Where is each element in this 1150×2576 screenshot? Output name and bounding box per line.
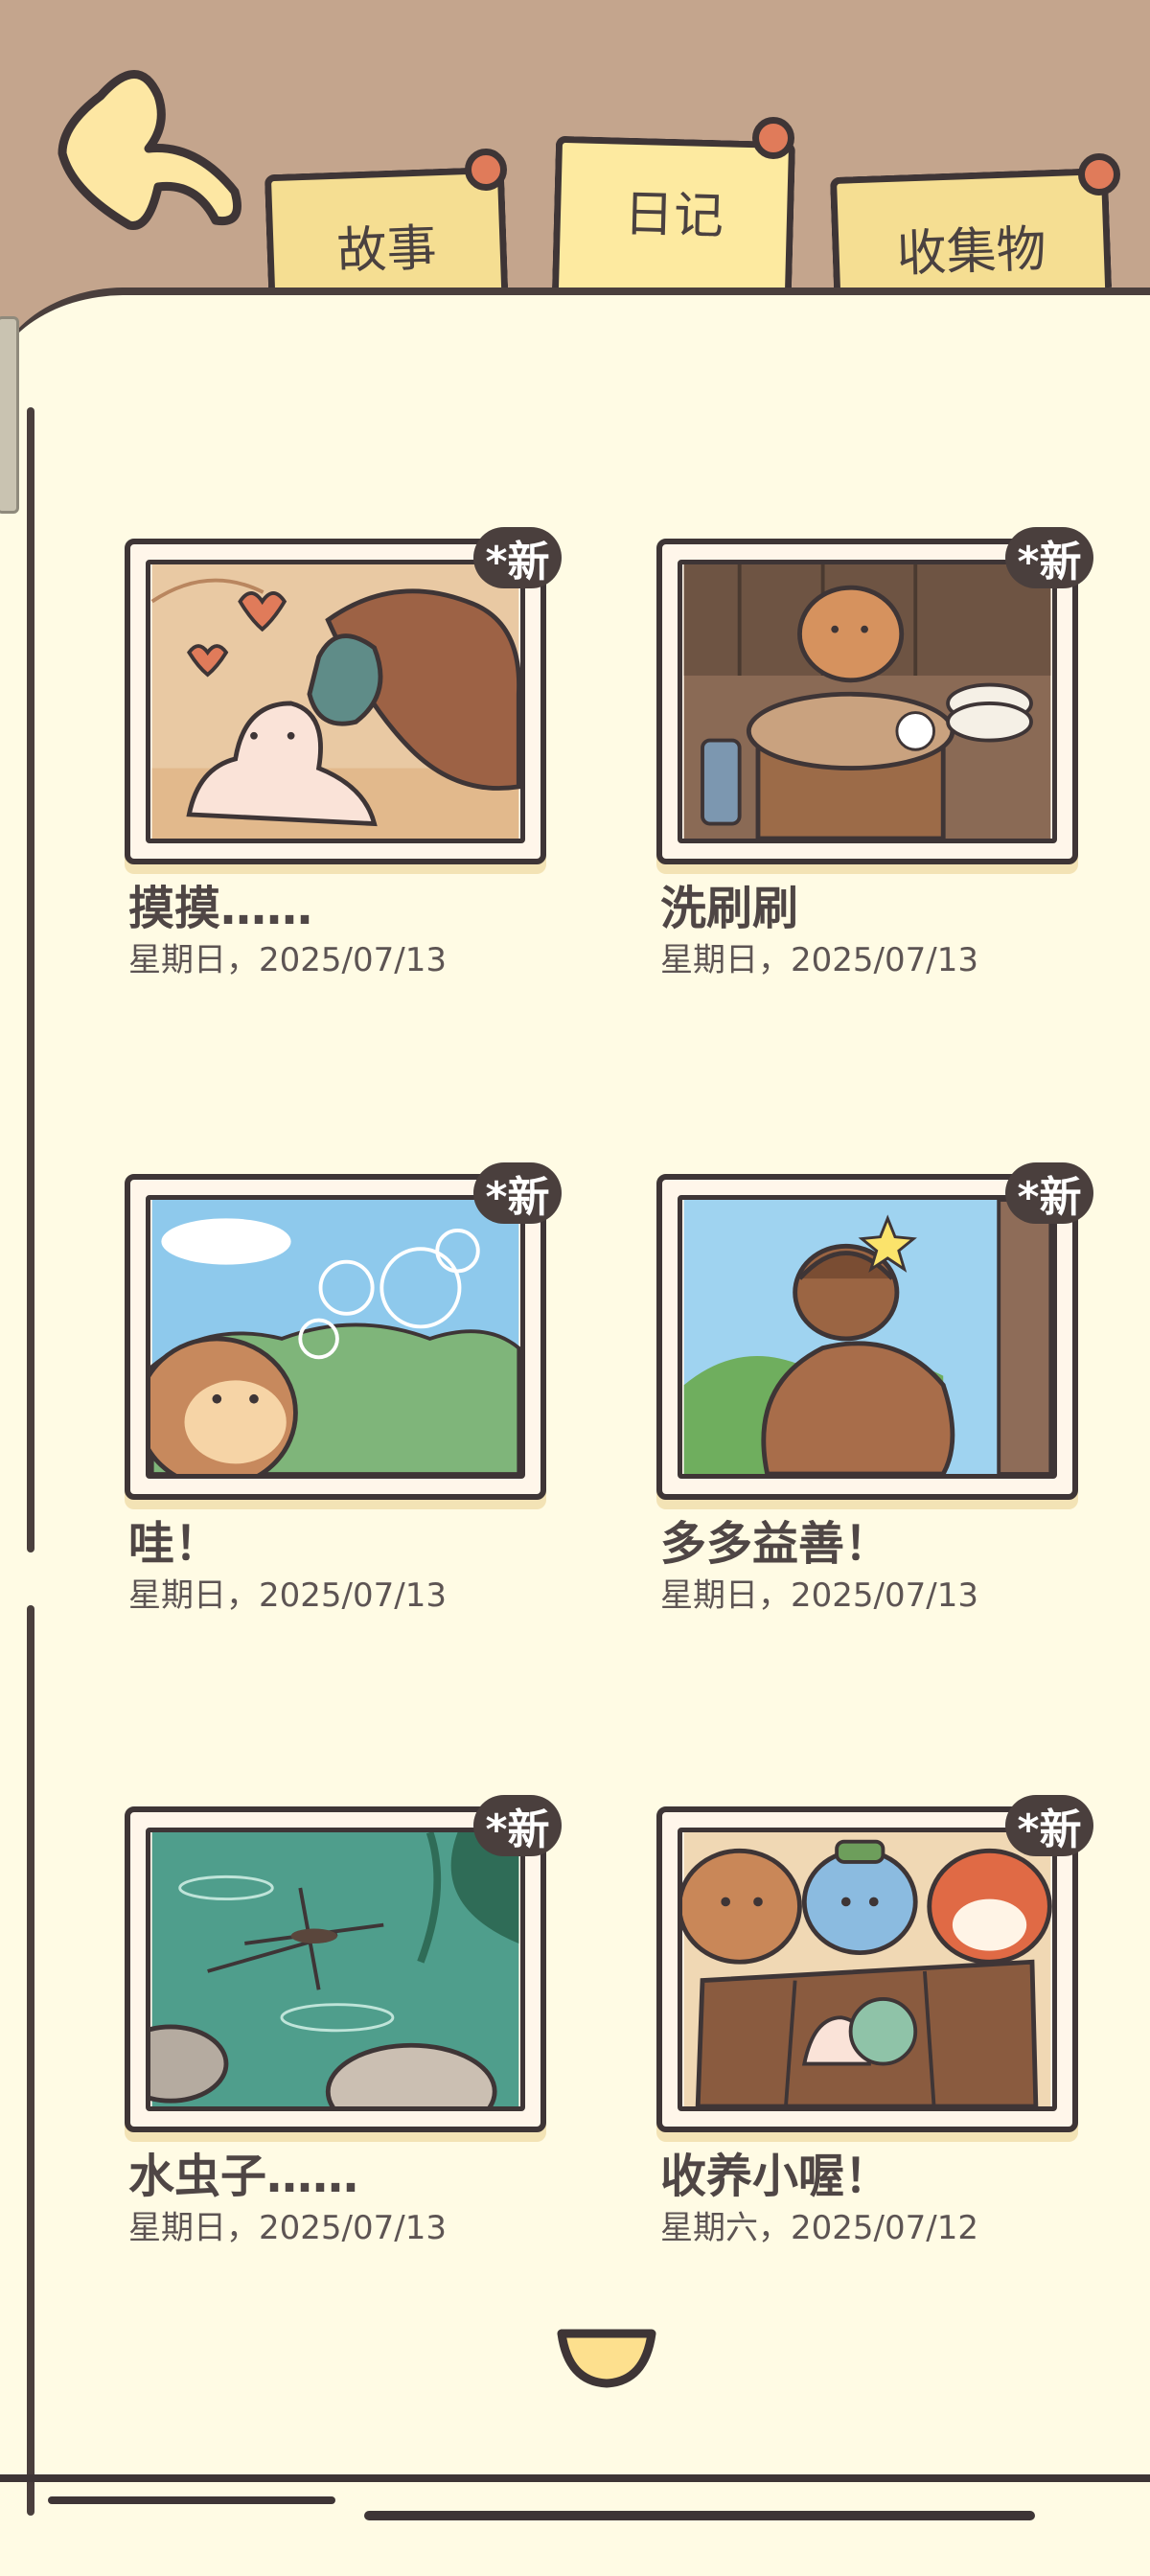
entry-title: 水虫子…… <box>128 2150 359 2203</box>
diary-entry-card[interactable]: *新 多多益善！ 星期日，2025/07/13 <box>656 1162 1097 1615</box>
chevron-down-icon[interactable] <box>554 2324 659 2391</box>
diary-entry-card[interactable]: *新 水虫子…… 星期日，2025/07/13 <box>125 1795 565 2247</box>
pin-icon <box>752 117 794 159</box>
entry-date: 星期日，2025/07/13 <box>128 1576 447 1615</box>
entry-photo-frame[interactable]: *新 <box>656 527 1093 864</box>
pin-icon <box>1078 153 1120 196</box>
new-badge: *新 <box>473 1162 562 1224</box>
tab-collection-label: 收集物 <box>895 219 1047 284</box>
new-badge: *新 <box>1005 1162 1093 1224</box>
diary-entry-card[interactable]: *新 收养小喔！ 星期六，2025/07/12 <box>656 1795 1097 2247</box>
page-bottom-edge <box>0 2474 1150 2482</box>
pin-icon <box>465 149 507 191</box>
entry-title: 多多益善！ <box>660 1517 891 1571</box>
diary-entry-card[interactable]: *新 哇！ 星期日，2025/07/13 <box>125 1162 565 1615</box>
tab-diary[interactable]: 日记 <box>551 135 796 298</box>
entry-photo-frame[interactable]: *新 <box>125 1162 562 1500</box>
back-button[interactable] <box>53 58 254 249</box>
page-edge <box>48 2496 335 2504</box>
entry-date: 星期日，2025/07/13 <box>660 941 978 979</box>
entry-date: 星期日，2025/07/13 <box>660 1576 978 1615</box>
page-margin-line <box>27 1605 34 2516</box>
entry-photo-frame[interactable]: *新 <box>656 1162 1093 1500</box>
entry-photo-frame[interactable]: *新 <box>656 1795 1093 2132</box>
snail-illustration <box>146 560 525 843</box>
acorn-illustration <box>678 1195 1057 1479</box>
entry-title: 哇！ <box>128 1517 221 1571</box>
friends-illustration <box>678 1828 1057 2111</box>
diary-entry-card[interactable]: *新 摸摸…… 星期日，2025/07/13 <box>125 527 565 979</box>
entry-title: 收养小喔！ <box>660 2150 891 2203</box>
entry-photo-frame[interactable]: *新 <box>125 1795 562 2132</box>
page-edge <box>364 2511 1035 2520</box>
new-badge: *新 <box>473 1795 562 1856</box>
page-margin-line <box>27 407 34 1552</box>
new-badge: *新 <box>1005 1795 1093 1856</box>
tab-story-label: 故事 <box>335 219 438 281</box>
entry-date: 星期日，2025/07/13 <box>128 2209 447 2247</box>
diary-entry-card[interactable]: *新 洗刷刷 星期日，2025/07/13 <box>656 527 1097 979</box>
entry-photo-frame[interactable]: *新 <box>125 527 562 864</box>
tab-collection[interactable]: 收集物 <box>829 167 1113 298</box>
pond-illustration <box>146 1828 525 2111</box>
entry-date: 星期六，2025/07/12 <box>660 2209 978 2247</box>
entry-title: 摸摸…… <box>128 882 313 935</box>
new-badge: *新 <box>473 527 562 588</box>
page-grip[interactable] <box>0 316 19 514</box>
entry-title: 洗刷刷 <box>660 882 799 935</box>
bubbles-illustration <box>146 1195 525 1479</box>
tab-story[interactable]: 故事 <box>264 166 509 298</box>
new-badge: *新 <box>1005 527 1093 588</box>
dishes-illustration <box>678 560 1057 843</box>
entry-date: 星期日，2025/07/13 <box>128 941 447 979</box>
tab-diary-label: 日记 <box>623 185 724 246</box>
